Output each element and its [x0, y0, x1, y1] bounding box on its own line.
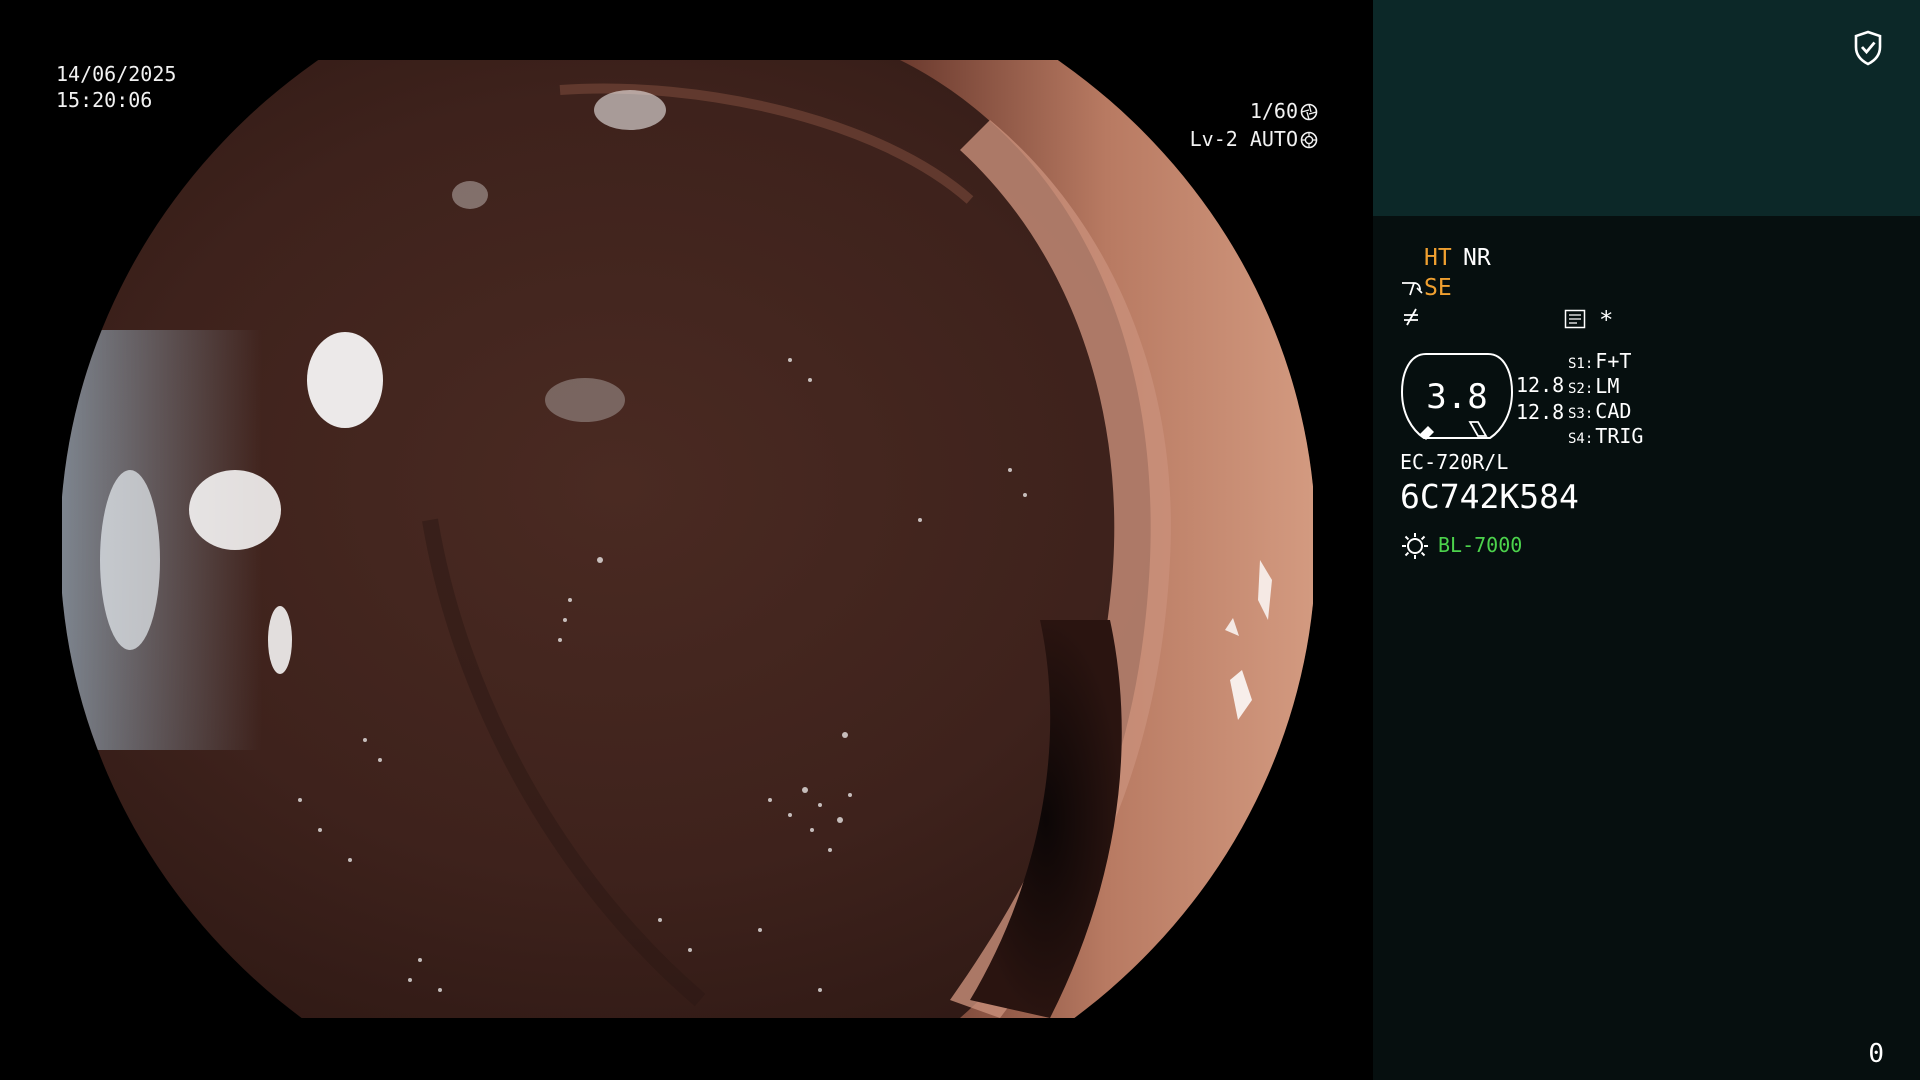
switch-value: CAD [1595, 399, 1632, 423]
shield-check-icon[interactable] [1853, 30, 1883, 66]
switch-value: TRIG [1595, 424, 1644, 448]
level-value: Lv-2 AUTO [1189, 127, 1298, 151]
switch-value: F+T [1595, 349, 1632, 373]
not-equal-icon [1404, 308, 1418, 326]
switch-key: S4: [1568, 431, 1594, 447]
mode-ht: HT [1424, 245, 1452, 271]
iris-icon [1300, 131, 1318, 148]
light-source-icon [1402, 533, 1428, 559]
brightness-level-readout: Lv-2 AUTO [1190, 127, 1318, 152]
scope-model: EC-720R/L [1400, 450, 1509, 474]
info-panel: HT NR SE * 3.8 12.8 12.8 S1: F+T S2: LM S3… [1373, 0, 1920, 1080]
switch-s3: S3: CAD [1568, 399, 1631, 426]
ratio-bottom: 12.8 [1516, 400, 1565, 424]
switch-key: S3: [1568, 406, 1594, 422]
memo-icon [1564, 309, 1586, 329]
switch-key: S1: [1568, 356, 1594, 372]
asterisk-mark: * [1599, 306, 1614, 334]
switch-key: S2: [1568, 381, 1594, 397]
switch-value: LM [1595, 374, 1620, 398]
scope-serial: 6C742K584 [1400, 477, 1579, 516]
endoscope-video-area: 14/06/2025 15:20:06 1/60 Lv-2 AUTO [0, 0, 1373, 1080]
ratio-top: 12.8 [1516, 373, 1565, 397]
mode-se: SE [1424, 275, 1452, 301]
endoscopic-image [62, 60, 1313, 1018]
scope-mini-icon [1402, 282, 1423, 296]
light-source-label: BL-7000 [1438, 533, 1523, 557]
image-counter: 0 [1868, 1039, 1884, 1069]
switch-s4: S4: TRIG [1568, 424, 1643, 451]
switch-s1: S1: F+T [1568, 349, 1631, 376]
zoom-value: 3.8 [1426, 377, 1488, 417]
shutter-icon [1300, 103, 1318, 120]
panel-header [1373, 0, 1920, 216]
shutter-value: 1/60 [1249, 99, 1298, 123]
exam-time: 15:20:06 [56, 88, 153, 112]
switch-s2: S2: LM [1568, 374, 1619, 401]
shutter-readout: 1/60 [1250, 99, 1318, 124]
mode-nr: NR [1463, 245, 1491, 271]
exam-date: 14/06/2025 [56, 62, 177, 86]
